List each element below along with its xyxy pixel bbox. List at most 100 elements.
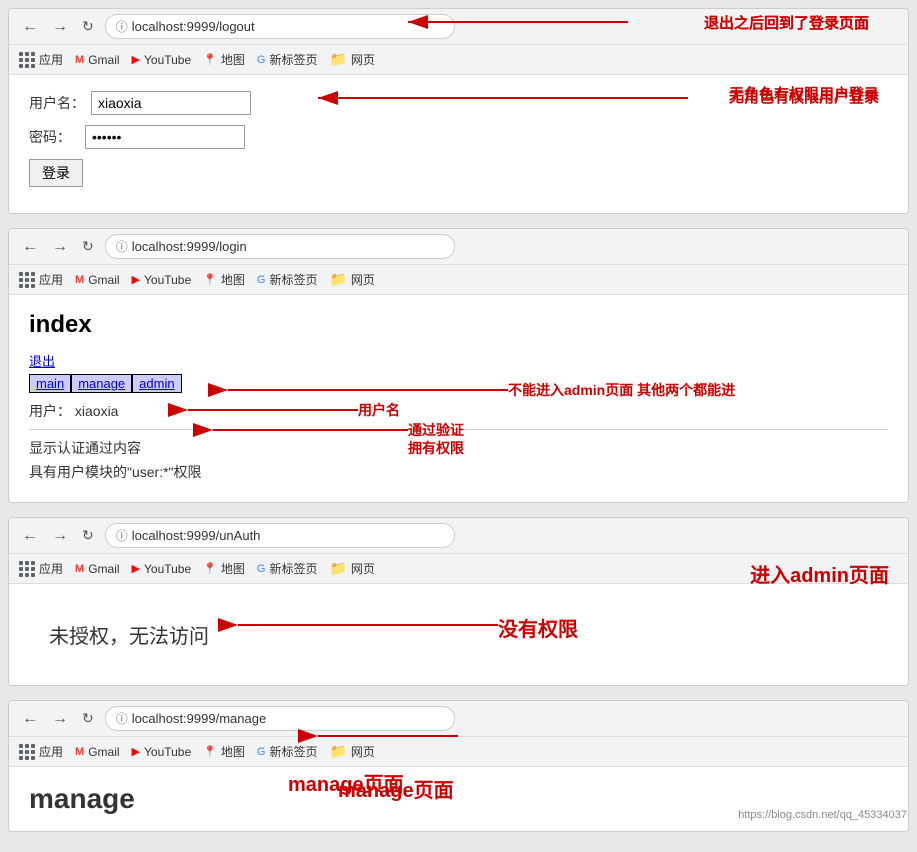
bm-apps-label-3: 应用: [39, 560, 63, 577]
lock-icon-4: ⓘ: [116, 710, 128, 727]
url-box-2[interactable]: ⓘ localhost:9999/login: [105, 234, 455, 259]
bm-maps-3[interactable]: 📍 地图: [203, 560, 245, 577]
back-btn-3[interactable]: ←: [19, 527, 41, 545]
annotation1-right: 无角色有权限用户登录: [729, 86, 879, 107]
bm-youtube-3[interactable]: ▶ YouTube: [132, 562, 192, 576]
bm-youtube-4[interactable]: ▶ YouTube: [132, 745, 192, 759]
url-box-4[interactable]: ⓘ localhost:9999/manage: [105, 706, 455, 731]
youtube-icon-2: ▶: [132, 273, 140, 286]
google-icon-1: G: [257, 54, 266, 66]
bookmarks-bar-4: 应用 M Gmail ▶ YouTube 📍 地图 G 新标签页: [9, 737, 908, 767]
bm-youtube-2[interactable]: ▶ YouTube: [132, 273, 192, 287]
lock-icon-2: ⓘ: [116, 238, 128, 255]
bm-newtab-label-4: 新标签页: [269, 743, 317, 760]
address-bar-unauth: ← → ↻ ⓘ localhost:9999/unAuth 进入admin页面: [9, 518, 908, 554]
password-input[interactable]: [85, 125, 245, 149]
maps-icon-2: 📍: [203, 273, 217, 286]
google-icon-4: G: [257, 746, 266, 758]
bm-apps-label-1: 应用: [39, 51, 63, 68]
bm-web-1[interactable]: 📁 网页: [329, 51, 374, 68]
youtube-icon-3: ▶: [132, 562, 140, 575]
back-btn-4[interactable]: ←: [19, 710, 41, 728]
gmail-icon-3: M: [75, 563, 84, 575]
bm-newtab-label-2: 新标签页: [269, 271, 317, 288]
url-text-1: localhost:9999/logout: [132, 19, 255, 34]
bm-newtab-2[interactable]: G 新标签页: [257, 271, 318, 288]
bm-gmail-label-1: Gmail: [88, 53, 119, 67]
nav-links-container: main manage admin: [29, 374, 888, 393]
bm-maps-label-4: 地图: [221, 743, 245, 760]
bm-apps-2[interactable]: 应用: [19, 271, 63, 288]
bm-youtube-label-1: YouTube: [144, 53, 191, 67]
bm-maps-4[interactable]: 📍 地图: [203, 743, 245, 760]
annotation2-nav: 不能进入admin页面 其他两个都能进: [508, 380, 735, 400]
bookmarks-bar-1: 应用 M Gmail ▶ YouTube 📍 地图 G 新标签页: [9, 45, 908, 75]
logout-link[interactable]: 退出: [29, 354, 55, 369]
bookmarks-bar-2: 应用 M Gmail ▶ YouTube 📍 地图 G 新标签页: [9, 265, 908, 295]
reload-btn-3[interactable]: ↻: [79, 527, 97, 544]
url-box-1[interactable]: ⓘ localhost:9999/logout: [105, 14, 455, 39]
gmail-icon-2: M: [75, 274, 84, 286]
nav-link-manage[interactable]: manage: [71, 374, 132, 393]
folder-icon-1: 📁: [329, 51, 346, 68]
google-icon-3: G: [257, 563, 266, 575]
user-label: 用户：: [29, 403, 71, 419]
forward-btn-2[interactable]: →: [49, 238, 71, 256]
annotation2-user: 用户名: [358, 400, 400, 420]
bm-apps-3[interactable]: 应用: [19, 560, 63, 577]
username-input[interactable]: [91, 91, 251, 115]
bm-newtab-4[interactable]: G 新标签页: [257, 743, 318, 760]
forward-btn-4[interactable]: →: [49, 710, 71, 728]
lock-icon-3: ⓘ: [116, 527, 128, 544]
username-label: 用户名：: [29, 93, 85, 113]
bm-apps-4[interactable]: 应用: [19, 743, 63, 760]
bm-apps-label-4: 应用: [39, 743, 63, 760]
reload-btn-2[interactable]: ↻: [79, 238, 97, 255]
bm-maps-1[interactable]: 📍 地图: [203, 51, 245, 68]
reload-btn-1[interactable]: ↻: [79, 18, 97, 35]
login-button[interactable]: 登录: [29, 159, 83, 187]
bm-youtube-label-2: YouTube: [144, 273, 191, 287]
gmail-icon-1: M: [75, 54, 84, 66]
index-page-content: index 退出 main manage admin 用户： xiaoxia 显…: [9, 295, 908, 502]
lock-icon-1: ⓘ: [116, 18, 128, 35]
bm-gmail-2[interactable]: M Gmail: [75, 273, 120, 287]
permission-text: 具有用户模块的"user:*"权限: [29, 464, 202, 480]
bm-maps-2[interactable]: 📍 地图: [203, 271, 245, 288]
bm-gmail-1[interactable]: M Gmail: [75, 53, 120, 67]
annotation2-auth: 通过验证: [408, 420, 464, 440]
annotation3-top: 进入admin页面: [750, 559, 889, 588]
bm-gmail-4[interactable]: M Gmail: [75, 745, 120, 759]
url-text-4: localhost:9999/manage: [132, 711, 266, 726]
bm-web-label-3: 网页: [351, 560, 375, 577]
back-btn-1[interactable]: ←: [19, 18, 41, 36]
address-bar-login: ← → ↻ ⓘ localhost:9999/login: [9, 229, 908, 265]
bm-web-3[interactable]: 📁 网页: [329, 560, 374, 577]
bm-apps-1[interactable]: 应用: [19, 51, 63, 68]
nav-link-main[interactable]: main: [29, 374, 71, 393]
bm-web-2[interactable]: 📁 网页: [329, 271, 374, 288]
gmail-icon-4: M: [75, 746, 84, 758]
bm-newtab-3[interactable]: G 新标签页: [257, 560, 318, 577]
bm-youtube-1[interactable]: ▶ YouTube: [132, 53, 192, 67]
bm-web-4[interactable]: 📁 网页: [329, 743, 374, 760]
bm-gmail-label-4: Gmail: [88, 745, 119, 759]
back-btn-2[interactable]: ←: [19, 238, 41, 256]
reload-btn-4[interactable]: ↻: [79, 710, 97, 727]
forward-btn-3[interactable]: →: [49, 527, 71, 545]
bm-apps-label-2: 应用: [39, 271, 63, 288]
youtube-icon-1: ▶: [132, 53, 140, 66]
annotation4-label: manage页面: [288, 768, 404, 797]
maps-icon-3: 📍: [203, 562, 217, 575]
maps-icon-1: 📍: [203, 53, 217, 66]
nav-link-admin[interactable]: admin: [132, 374, 181, 393]
bm-gmail-3[interactable]: M Gmail: [75, 562, 120, 576]
bm-maps-label-2: 地图: [221, 271, 245, 288]
bm-newtab-1[interactable]: G 新标签页: [257, 51, 318, 68]
bm-newtab-label-3: 新标签页: [269, 560, 317, 577]
forward-btn-1[interactable]: →: [49, 18, 71, 36]
password-row: 密码：: [29, 125, 888, 149]
youtube-icon-4: ▶: [132, 745, 140, 758]
url-box-3[interactable]: ⓘ localhost:9999/unAuth: [105, 523, 455, 548]
index-page-title: index: [29, 311, 888, 339]
